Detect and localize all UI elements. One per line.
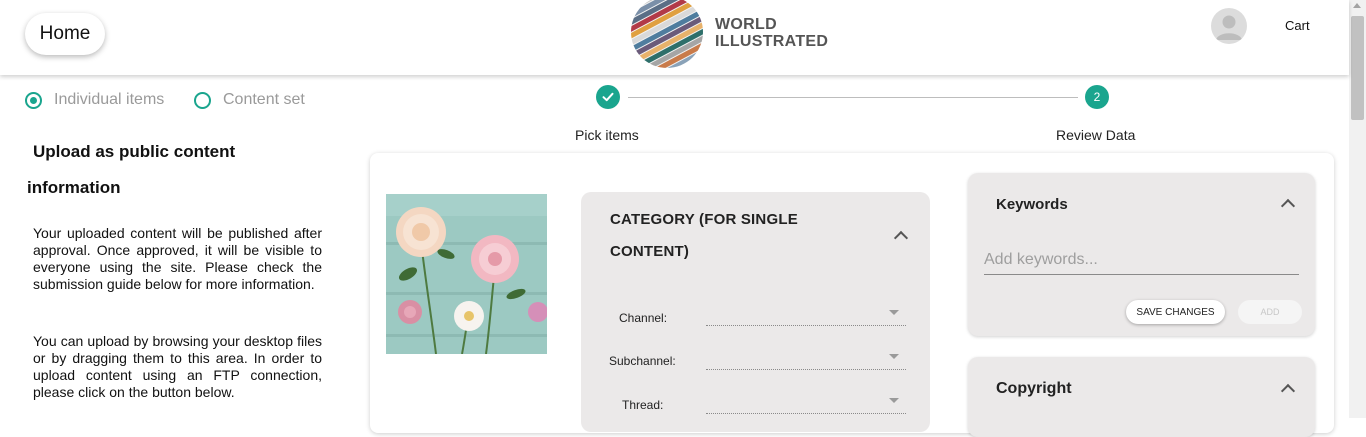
radio-individual-items[interactable]: Individual items [25,91,164,109]
channel-select[interactable] [706,305,906,326]
logo-line-1: WORLD [715,16,777,33]
subchannel-label: Subchannel: [609,354,676,368]
title-line-2: information [27,178,121,197]
home-button[interactable]: Home [25,13,105,55]
radio-checked-icon[interactable] [25,91,42,109]
upload-info-title: Upload as public content information [27,134,333,206]
step-number: 2 [1093,90,1101,104]
step-label-review-data: Review Data [1056,127,1136,143]
logo-globe-icon [631,0,703,68]
subchannel-select[interactable] [706,349,906,370]
radio-content-set[interactable]: Content set [194,91,305,109]
stepper-connector [628,97,1078,98]
channel-label: Channel: [619,311,668,325]
step-1-complete[interactable] [596,85,620,109]
step-label-pick-items: Pick items [575,127,639,143]
user-icon [1216,15,1242,40]
keywords-input[interactable] [984,246,1299,275]
title-line-1: Upload as public content [33,142,236,161]
keywords-title: Keywords [996,196,1068,213]
scroll-up-arrow-icon[interactable] [1353,3,1361,8]
logo-line-2: ILLUSTRATED [715,33,829,50]
category-title-line-2: CONTENT) [610,243,690,260]
dropdown-caret-icon [889,398,899,403]
content-thumbnail[interactable] [386,194,547,354]
thread-select[interactable] [706,393,906,414]
radio-label: Individual items [54,91,165,108]
radio-label: Content set [223,91,305,108]
top-header: Home WORLD ILLUSTRATED Cart [0,0,1349,75]
info-paragraph-2: You can upload by browsing your desktop … [33,333,322,400]
cart-link[interactable]: Cart [1285,18,1310,33]
category-title-line-1: CATEGORY (FOR SINGLE [610,211,798,228]
info-paragraph-1: Your uploaded content will be published … [33,225,322,292]
thread-label: Thread: [622,398,664,412]
scrollbar-thumb[interactable] [1351,16,1364,120]
radio-unchecked-icon[interactable] [194,91,211,109]
add-keyword-button[interactable]: ADD [1238,300,1302,324]
dropdown-caret-icon [889,354,899,359]
category-panel-title: CATEGORY (FOR SINGLE CONTENT) [610,204,850,268]
user-avatar[interactable] [1211,8,1247,44]
copyright-title: Copyright [996,380,1072,397]
logo-wordmark: WORLD ILLUSTRATED [715,16,828,50]
flower-image [386,194,547,354]
check-icon [602,92,614,102]
save-changes-button[interactable]: SAVE CHANGES [1126,300,1225,324]
step-2-active[interactable]: 2 [1085,85,1109,109]
dropdown-caret-icon [889,310,899,315]
